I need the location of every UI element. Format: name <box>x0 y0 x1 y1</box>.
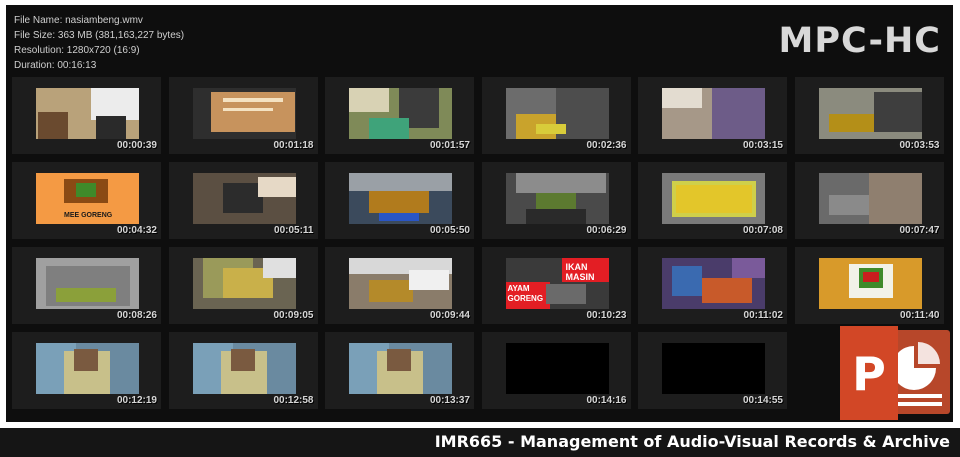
timestamp: 00:06:29 <box>586 225 627 236</box>
timestamp: 00:11:02 <box>743 310 783 321</box>
thumbnail-image <box>662 88 765 139</box>
thumbnail-image <box>818 258 922 309</box>
caption-ayam-goreng: AYAM GORENG <box>507 284 544 303</box>
file-size: File Size: 363 MB (381,163,227 bytes) <box>14 30 185 41</box>
thumbnail-cell[interactable]: 00:07:47 <box>794 162 944 239</box>
thumbnail-image <box>192 88 296 139</box>
footer-bar: IMR665 - Management of Audio-Visual Reco… <box>0 428 960 457</box>
duration: Duration: 00:16:13 <box>14 60 97 71</box>
timestamp: 00:07:47 <box>899 225 940 236</box>
timestamp: 00:01:18 <box>273 140 314 151</box>
thumbnail-cell[interactable]: MEE GORENG 00:04:32 <box>12 162 161 239</box>
thumbnail-image <box>36 343 139 394</box>
thumbnail-image <box>192 258 296 309</box>
thumbnail-grid: 00:00:39 00:01:18 00:01:57 00:02:36 00:03:15… <box>12 77 944 417</box>
thumbnail-image <box>36 88 139 139</box>
thumbnail-cell[interactable]: IKAN MASIN AYAM GORENG 00:10:23 <box>481 247 631 324</box>
thumbnail-image <box>349 343 452 394</box>
thumbnail-image <box>662 258 765 309</box>
timestamp: 00:05:50 <box>429 225 470 236</box>
timestamp: 00:02:36 <box>586 140 627 151</box>
timestamp: 00:03:53 <box>899 140 940 151</box>
timestamp: 00:07:08 <box>742 225 783 236</box>
thumbnail-cell[interactable]: 00:05:50 <box>325 162 474 239</box>
timestamp: 00:12:58 <box>273 395 314 406</box>
timestamp: 00:12:19 <box>116 395 157 406</box>
thumbnail-image: IKAN MASIN AYAM GORENG <box>505 258 609 309</box>
timestamp: 00:13:37 <box>429 395 470 406</box>
timestamp: 00:04:32 <box>116 225 157 236</box>
thumbnail-image <box>349 88 452 139</box>
player-window: File Name: nasiambeng.wmv File Size: 363… <box>6 5 953 422</box>
timestamp: 00:08:26 <box>116 310 157 321</box>
thumbnail-image <box>818 173 922 224</box>
thumbnail-cell[interactable]: 00:06:29 <box>481 162 631 239</box>
timestamp: 00:09:05 <box>273 310 314 321</box>
timestamp: 00:11:40 <box>900 310 940 321</box>
timestamp: 00:05:11 <box>274 225 314 236</box>
thumbnail-cell[interactable]: 00:12:58 <box>168 332 318 409</box>
thumbnail-cell[interactable]: 00:01:57 <box>325 77 474 154</box>
thumbnail-image <box>662 343 765 394</box>
thumbnail-cell[interactable]: 00:03:15 <box>638 77 787 154</box>
thumbnail-image <box>349 258 452 309</box>
timestamp: 00:00:39 <box>116 140 157 151</box>
thumbnail-image: MEE GORENG <box>36 173 139 224</box>
thumbnail-cell[interactable]: 00:03:53 <box>794 77 944 154</box>
thumbnail-cell[interactable]: 00:14:16 <box>481 332 631 409</box>
thumbnail-image <box>505 343 609 394</box>
thumbnail-image <box>36 258 139 309</box>
timestamp: 00:09:44 <box>429 310 470 321</box>
app-logo: MPC-HC <box>778 21 941 61</box>
file-name: File Name: nasiambeng.wmv <box>14 15 143 26</box>
thumbnail-image <box>505 173 609 224</box>
thumbnail-cell[interactable]: 00:14:55 <box>638 332 787 409</box>
powerpoint-icon: P <box>838 324 952 422</box>
thumbnail-cell[interactable]: 00:07:08 <box>638 162 787 239</box>
thumbnail-cell[interactable]: 00:00:39 <box>12 77 161 154</box>
thumbnail-image <box>505 88 609 139</box>
thumbnail-image <box>349 173 452 224</box>
thumbnail-cell[interactable]: 00:08:26 <box>12 247 161 324</box>
caption-mee-goreng: MEE GORENG <box>64 212 113 219</box>
resolution: Resolution: 1280x720 (16:9) <box>14 45 140 56</box>
thumbnail-image <box>192 343 296 394</box>
timestamp: 00:14:55 <box>742 395 783 406</box>
thumbnail-image <box>818 88 922 139</box>
thumbnail-cell[interactable]: 00:09:05 <box>168 247 318 324</box>
timestamp: 00:10:23 <box>586 310 627 321</box>
thumbnail-image <box>662 173 765 224</box>
timestamp: 00:01:57 <box>429 140 470 151</box>
thumbnail-cell[interactable]: 00:13:37 <box>325 332 474 409</box>
timestamp: 00:14:16 <box>586 395 627 406</box>
thumbnail-cell[interactable]: 00:01:18 <box>168 77 318 154</box>
thumbnail-cell[interactable]: 00:11:02 <box>638 247 787 324</box>
caption-ikan-masin: IKAN MASIN <box>565 262 595 282</box>
thumbnail-cell[interactable]: 00:11:40 <box>794 247 944 324</box>
thumbnail-cell[interactable]: 00:09:44 <box>325 247 474 324</box>
timestamp: 00:03:15 <box>742 140 783 151</box>
thumbnail-image <box>192 173 296 224</box>
course-title: IMR665 - Management of Audio-Visual Reco… <box>434 432 950 451</box>
svg-text:P: P <box>852 347 886 401</box>
thumbnail-cell[interactable]: 00:02:36 <box>481 77 631 154</box>
file-info: File Name: nasiambeng.wmv File Size: 363… <box>14 13 184 73</box>
thumbnail-cell[interactable]: 00:12:19 <box>12 332 161 409</box>
thumbnail-cell[interactable]: 00:05:11 <box>168 162 318 239</box>
